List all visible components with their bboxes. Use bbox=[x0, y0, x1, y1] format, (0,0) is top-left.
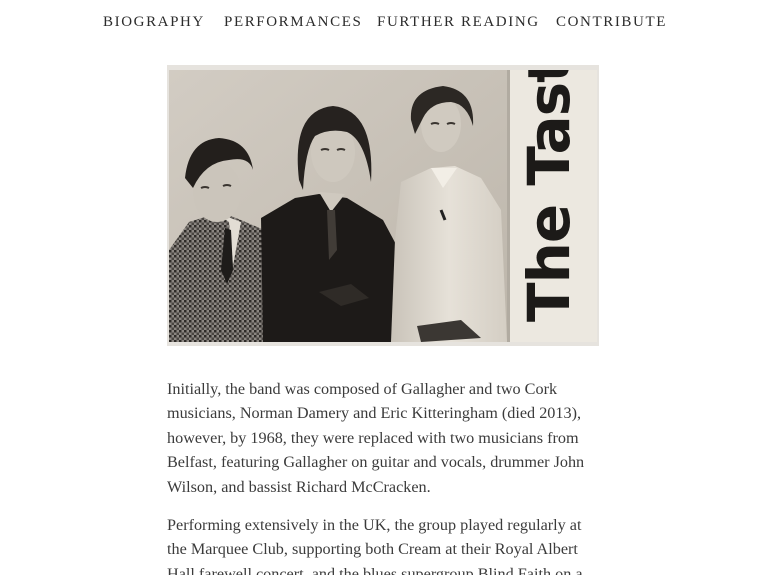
nav-biography[interactable]: BIOGRAPHY bbox=[103, 14, 205, 31]
band-photo: The Taste bbox=[167, 65, 599, 346]
top-navigation: BIOGRAPHY PERFORMANCES FURTHER READING C… bbox=[0, 14, 762, 36]
article-paragraph-2: Performing extensively in the UK, the gr… bbox=[167, 516, 583, 575]
nav-further-reading[interactable]: FURTHER READING bbox=[377, 14, 540, 31]
band-photo-illustration: The Taste bbox=[169, 70, 597, 342]
card-text: The Taste bbox=[515, 70, 583, 322]
nav-contribute[interactable]: CONTRIBUTE bbox=[556, 14, 667, 31]
article-paragraph-1: Initially, the band was composed of Gall… bbox=[167, 380, 585, 496]
nav-performances[interactable]: PERFORMANCES bbox=[224, 14, 362, 31]
article-body: Initially, the band was composed of Gall… bbox=[167, 377, 587, 575]
